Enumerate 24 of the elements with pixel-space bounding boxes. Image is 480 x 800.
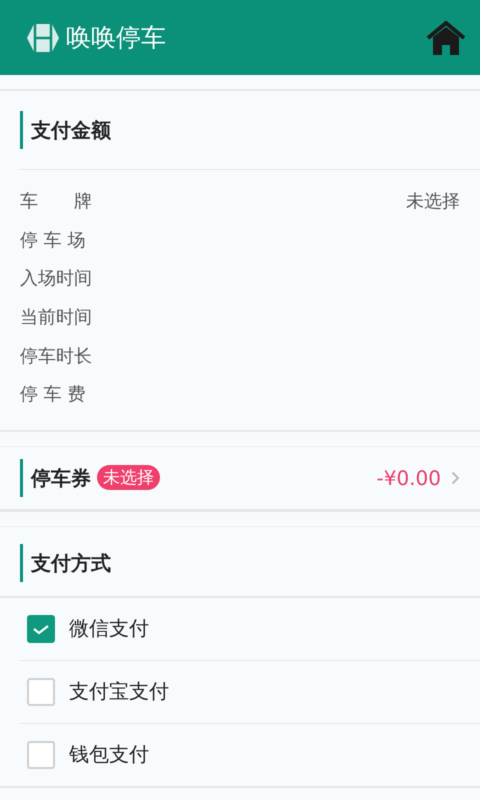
field-label: 车 牌 bbox=[20, 190, 92, 214]
logo-icon bbox=[26, 22, 60, 52]
home-icon[interactable] bbox=[426, 20, 466, 56]
app-title: 唤唤停车 bbox=[66, 22, 167, 54]
field-value: 未选择 bbox=[406, 190, 460, 214]
chevron-icon bbox=[451, 470, 460, 485]
field-label: 当前时间 bbox=[20, 306, 92, 330]
section-title: 支付方式 bbox=[20, 544, 480, 582]
coupon-title: 停车券 bbox=[20, 458, 91, 497]
check-icon bbox=[32, 622, 50, 635]
coupon-row[interactable]: 停车券 未选择 -¥0.00 bbox=[0, 446, 480, 510]
field-label: 停 车 费 bbox=[20, 383, 86, 406]
payment-option-label: 支付宝支付 bbox=[69, 678, 169, 706]
checkbox[interactable] bbox=[27, 614, 55, 643]
checkbox[interactable] bbox=[27, 740, 55, 769]
field-label: 入场时间 bbox=[20, 267, 92, 290]
payment-option-label: 微信支付 bbox=[69, 615, 149, 642]
field-label: 停车时长 bbox=[20, 344, 92, 368]
field-label: 停 车 场 bbox=[20, 228, 86, 252]
status-badge: 未选择 bbox=[97, 465, 160, 490]
checkbox[interactable] bbox=[27, 678, 55, 706]
section-title: 支付金额 bbox=[20, 111, 480, 149]
payment-option-label: 钱包支付 bbox=[69, 741, 149, 768]
coupon-amount: -¥0.00 bbox=[376, 466, 441, 490]
